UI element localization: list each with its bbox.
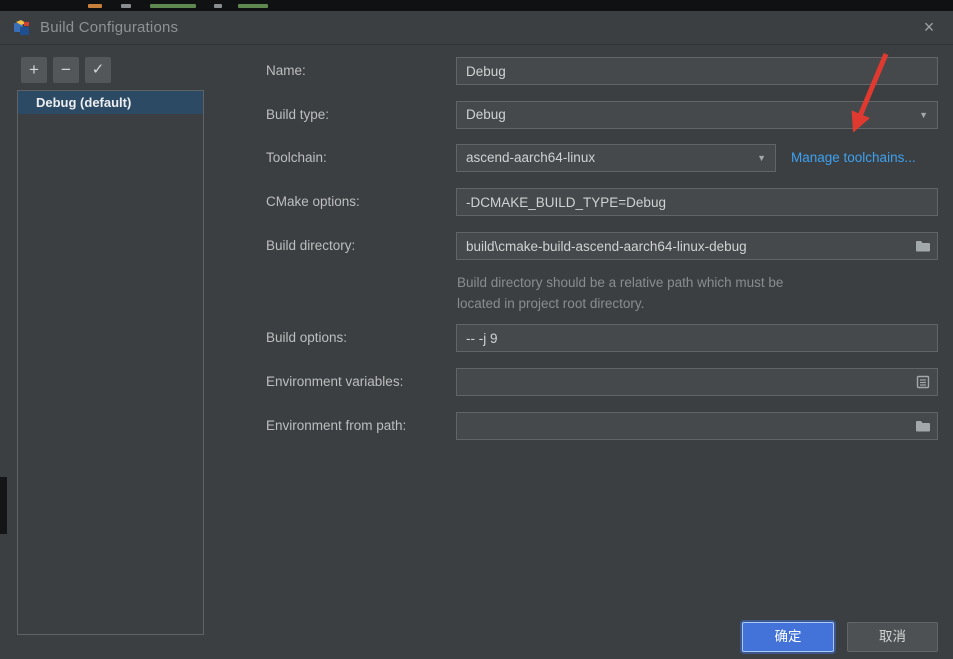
configuration-list: Debug (default) [17,90,204,635]
build-options-label: Build options: [266,324,347,352]
name-label: Name: [266,57,306,85]
chevron-down-icon: ▼ [757,145,766,171]
dialog-title: Build Configurations [40,19,178,36]
remove-configuration-button[interactable]: − [53,57,79,83]
build-configurations-dialog: Build Configurations × + − ✓ Debug (defa… [0,0,953,659]
cmake-options-field-wrap [456,188,938,216]
chevron-down-icon: ▼ [919,102,928,128]
app-icon [13,19,31,37]
name-field-wrap [456,57,938,85]
build-directory-hint: Build directory should be a relative pat… [457,272,907,314]
background-window-strip [0,0,953,11]
build-type-value: Debug [466,107,506,122]
folder-icon[interactable] [915,418,931,434]
editor-text-fragment [88,4,102,8]
toolchain-label: Toolchain: [266,144,327,172]
add-configuration-button[interactable]: + [21,57,47,83]
close-icon[interactable]: × [918,16,940,38]
plus-icon: + [29,60,39,79]
build-directory-label: Build directory: [266,232,355,260]
environment-variables-field-wrap [456,368,938,396]
minus-icon: − [61,60,71,79]
editor-text-fragment [121,4,131,8]
environment-from-path-field-wrap [456,412,938,440]
cmake-options-input[interactable] [456,188,938,216]
cancel-button[interactable]: 取消 [847,622,938,652]
check-icon: ✓ [92,61,105,78]
build-type-label: Build type: [266,101,329,129]
environment-variables-label: Environment variables: [266,368,403,396]
apply-configuration-button[interactable]: ✓ [85,57,111,83]
background-window-edge [0,477,7,534]
list-item-debug-default[interactable]: Debug (default) [18,91,203,114]
name-input[interactable] [456,57,938,85]
editor-text-fragment [214,4,222,8]
toolchain-value: ascend-aarch64-linux [466,150,595,165]
build-options-field-wrap [456,324,938,352]
hint-line-2: located in project root directory. [457,293,907,314]
editor-text-fragment [150,4,196,8]
folder-icon[interactable] [915,238,931,254]
manage-toolchains-link[interactable]: Manage toolchains... [791,144,916,172]
ok-button[interactable]: 确定 [742,622,834,652]
environment-variables-input[interactable] [456,368,938,396]
build-directory-field-wrap [456,232,938,260]
toolchain-dropdown[interactable]: ascend-aarch64-linux ▼ [456,144,776,172]
environment-from-path-input[interactable] [456,412,938,440]
cmake-options-label: CMake options: [266,188,360,216]
build-directory-input[interactable] [456,232,938,260]
environment-from-path-label: Environment from path: [266,412,406,440]
hint-line-1: Build directory should be a relative pat… [457,272,907,293]
list-icon[interactable] [915,374,931,390]
editor-text-fragment [238,4,268,8]
dialog-titlebar[interactable]: Build Configurations × [0,11,953,45]
build-type-dropdown[interactable]: Debug ▼ [456,101,938,129]
build-options-input[interactable] [456,324,938,352]
